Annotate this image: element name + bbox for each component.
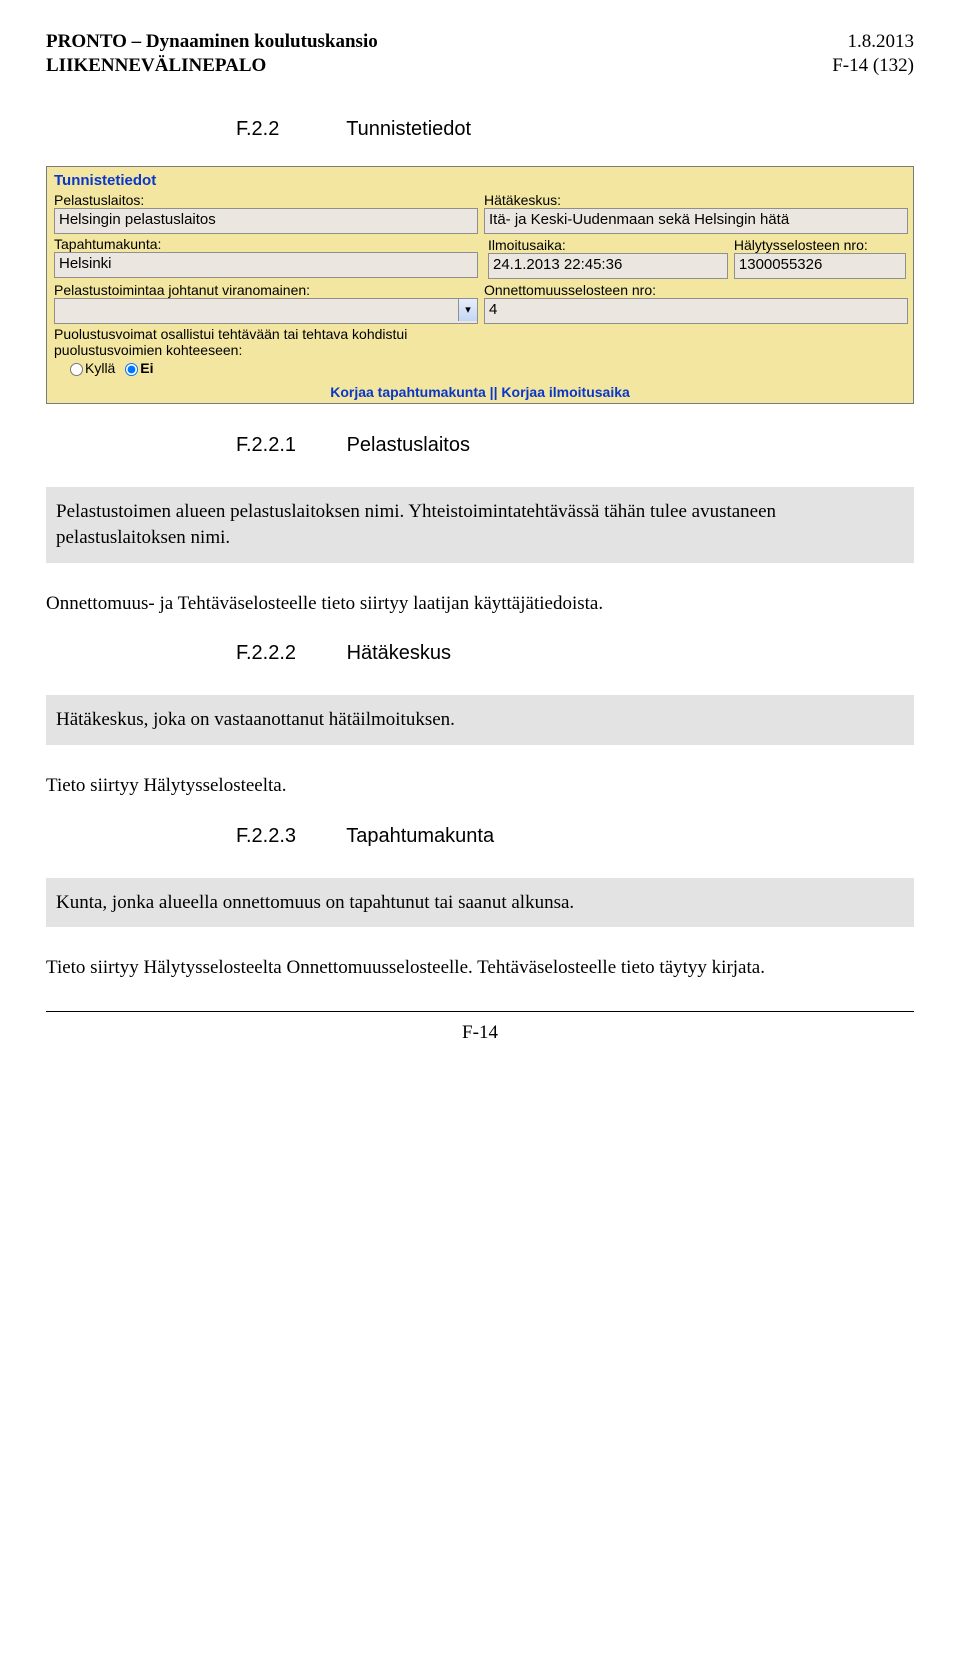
paragraph-2: Tieto siirtyy Hälytysselosteelta. [46, 773, 914, 799]
label-ilmoitusaika: Ilmoitusaika: [488, 237, 728, 253]
doc-title-2: LIIKENNEVÄLINEPALO [46, 54, 378, 78]
doc-title-1: PRONTO – Dynaaminen koulutuskansio [46, 30, 378, 54]
heading-f22: F.2.2 Tunnistetiedot [236, 118, 914, 141]
chevron-down-icon[interactable]: ▾ [458, 299, 477, 321]
field-halytysselosteen-nro[interactable]: 1300055326 [734, 253, 906, 279]
footer-page-number: F-14 [46, 1022, 914, 1044]
paragraph-1: Onnettomuus- ja Tehtäväselosteelle tieto… [46, 591, 914, 617]
label-tapahtumakunta: Tapahtumakunta: [54, 236, 478, 252]
paragraph-3: Tieto siirtyy Hälytysselosteelta Onnetto… [46, 955, 914, 981]
field-tapahtumakunta[interactable]: Helsinki [54, 252, 478, 278]
heading-number: F.2.2.1 [236, 434, 341, 457]
radio-label-ei: Ei [140, 360, 153, 376]
footer-rule [46, 1011, 914, 1012]
heading-title: Tapahtumakunta [346, 825, 494, 847]
radio-ei[interactable] [125, 363, 138, 376]
field-hatakeskus[interactable]: Itä- ja Keski-Uudenmaan sekä Helsingin h… [484, 208, 908, 234]
doc-date: 1.8.2013 [832, 30, 914, 54]
label-puolustus-2: puolustusvoimien kohteeseen: [54, 342, 908, 358]
field-onnettomuusselosteen-nro[interactable]: 4 [484, 298, 908, 324]
field-viranomainen[interactable]: ▾ [54, 298, 478, 324]
heading-title: Hätäkeskus [347, 642, 452, 664]
heading-title: Pelastuslaitos [347, 434, 470, 456]
doc-pagecode: F-14 (132) [832, 54, 914, 78]
heading-number: F.2.2 [236, 118, 341, 141]
label-pelastuslaitos: Pelastuslaitos: [54, 192, 478, 208]
heading-f221: F.2.2.1 Pelastuslaitos [236, 434, 914, 457]
field-pelastuslaitos[interactable]: Helsingin pelastuslaitos [54, 208, 478, 234]
label-halytysselosteen-nro: Hälytysselosteen nro: [734, 237, 906, 253]
info-box-2: Hätäkeskus, joka on vastaanottanut hätäi… [46, 695, 914, 745]
radio-label-kylla: Kyllä [85, 360, 115, 376]
label-viranomainen: Pelastustoimintaa johtanut viranomainen: [54, 282, 478, 298]
info-box-1: Pelastustoimen alueen pelastuslaitoksen … [46, 487, 914, 562]
page-header: PRONTO – Dynaaminen koulutuskansio LIIKE… [46, 30, 914, 78]
label-hatakeskus: Hätäkeskus: [484, 192, 908, 208]
label-onnettomuusselosteen-nro: Onnettomuusselosteen nro: [484, 282, 908, 298]
field-ilmoitusaika[interactable]: 24.1.2013 22:45:36 [488, 253, 728, 279]
panel-link-bar[interactable]: Korjaa tapahtumakunta || Korjaa ilmoitus… [50, 381, 910, 400]
heading-number: F.2.2.3 [236, 825, 341, 848]
heading-f222: F.2.2.2 Hätäkeskus [236, 642, 914, 665]
info-box-3: Kunta, jonka alueella onnettomuus on tap… [46, 878, 914, 928]
panel-title: Tunnistetiedot [50, 170, 910, 191]
tunnistetiedot-panel: Tunnistetiedot Pelastuslaitos: Helsingin… [46, 166, 914, 405]
radio-kylla[interactable] [70, 363, 83, 376]
heading-title: Tunnistetiedot [346, 118, 471, 140]
label-puolustus-1: Puolustusvoimat osallistui tehtävään tai… [54, 326, 908, 342]
heading-f223: F.2.2.3 Tapahtumakunta [236, 825, 914, 848]
heading-number: F.2.2.2 [236, 642, 341, 665]
